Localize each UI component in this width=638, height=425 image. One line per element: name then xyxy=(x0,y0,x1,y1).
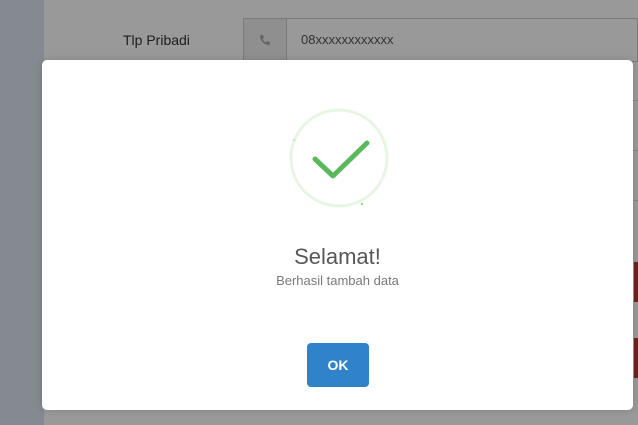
success-dialog: Selamat! Berhasil tambah data OK xyxy=(42,60,633,410)
dialog-message: Berhasil tambah data xyxy=(276,273,399,288)
ok-button[interactable]: OK xyxy=(307,343,369,387)
success-check-icon xyxy=(289,108,389,208)
dialog-title: Selamat! xyxy=(294,244,381,269)
